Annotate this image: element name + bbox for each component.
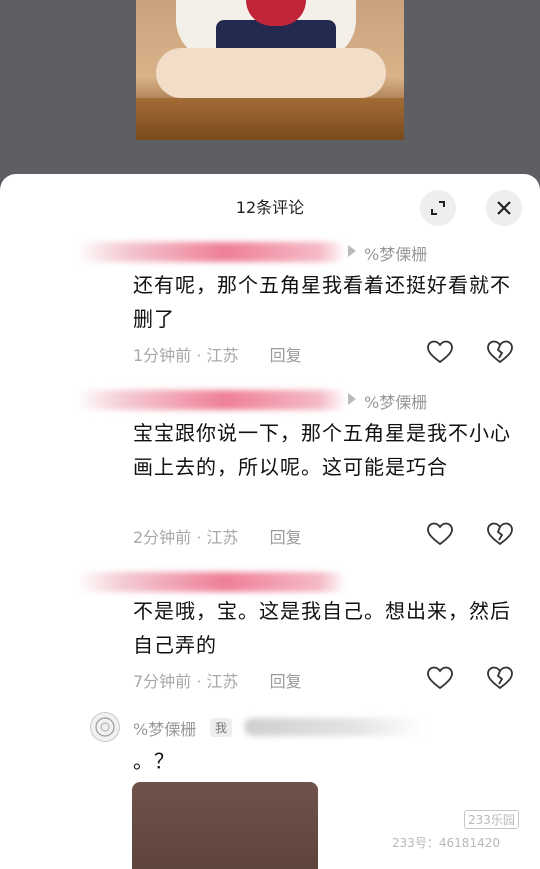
reply-to-username[interactable]: %梦傈栅	[364, 241, 427, 265]
comment-location: 江苏	[206, 672, 239, 691]
expand-button[interactable]	[420, 190, 456, 226]
avatar-emblem-icon	[95, 717, 115, 737]
comment-header	[76, 566, 476, 596]
watermark-id: 233号：46181420	[392, 836, 500, 850]
dislike-button[interactable]	[486, 338, 514, 366]
close-button[interactable]	[486, 190, 522, 226]
comment-text: 不是哦，宝。这是我自己。想出来，然后自己弄的	[133, 599, 511, 657]
like-button[interactable]	[426, 338, 454, 366]
reply-button[interactable]: 回复	[270, 346, 302, 365]
watermark-logo: 233乐园	[464, 810, 519, 829]
blurred-username	[76, 572, 346, 592]
video-background	[0, 0, 540, 180]
meta-separator: ·	[196, 672, 207, 691]
image-desk-shape	[136, 98, 404, 140]
comment-time: 7分钟前	[133, 672, 192, 691]
comment-text: 。？	[133, 749, 175, 773]
comment-header: %梦傈栅	[76, 384, 476, 414]
reply-to-username[interactable]: %梦傈栅	[364, 389, 427, 413]
meta-separator: ·	[196, 346, 207, 365]
dislike-button[interactable]	[486, 664, 514, 692]
comment-username[interactable]: %梦傈栅	[133, 716, 196, 740]
comment-count-title: 12条评论	[235, 198, 305, 217]
like-button[interactable]	[426, 520, 454, 548]
comment-header: %梦傈栅	[76, 236, 476, 266]
heart-outline-icon	[427, 666, 453, 690]
dislike-button[interactable]	[486, 520, 514, 548]
heart-outline-icon	[427, 522, 453, 546]
broken-heart-icon	[487, 666, 513, 690]
comment-text: 宝宝跟你说一下，那个五角星是我不小心画上去的，所以呢。这可能是巧合	[133, 421, 511, 479]
author-badge: 我	[210, 718, 233, 737]
reply-button[interactable]: 回复	[270, 672, 302, 691]
comment-location: 江苏	[206, 528, 239, 547]
blurred-username	[76, 242, 346, 262]
image-arm-shape	[156, 48, 386, 98]
video-frame-image[interactable]	[136, 0, 404, 140]
comment-meta: 7分钟前 · 江苏 回复	[133, 668, 302, 692]
meta-separator: ·	[196, 528, 207, 547]
reply-arrow-icon	[348, 393, 356, 405]
blurred-username	[76, 390, 346, 410]
comment-image-thumbnail[interactable]	[132, 782, 318, 869]
broken-heart-icon	[487, 522, 513, 546]
blurred-reply-target	[244, 718, 424, 736]
comment-meta: 2分钟前 · 江苏 回复	[133, 524, 302, 548]
reply-button[interactable]: 回复	[270, 528, 302, 547]
avatar[interactable]	[90, 712, 120, 742]
broken-heart-icon	[487, 340, 513, 364]
like-button[interactable]	[426, 664, 454, 692]
comment-sheet: 12条评论 %梦傈栅 还有呢，那个五角星我看着还挺好看就不删了 1分钟前 · 江…	[0, 174, 540, 869]
expand-icon	[431, 201, 445, 215]
comment-meta: 1分钟前 · 江苏 回复	[133, 342, 302, 366]
reply-arrow-icon	[348, 245, 356, 257]
close-icon	[497, 201, 511, 215]
comment-time: 2分钟前	[133, 528, 192, 547]
comment-time: 1分钟前	[133, 346, 192, 365]
comment-location: 江苏	[206, 346, 239, 365]
heart-outline-icon	[427, 340, 453, 364]
comment-text: 还有呢，那个五角星我看着还挺好看就不删了	[133, 273, 511, 331]
